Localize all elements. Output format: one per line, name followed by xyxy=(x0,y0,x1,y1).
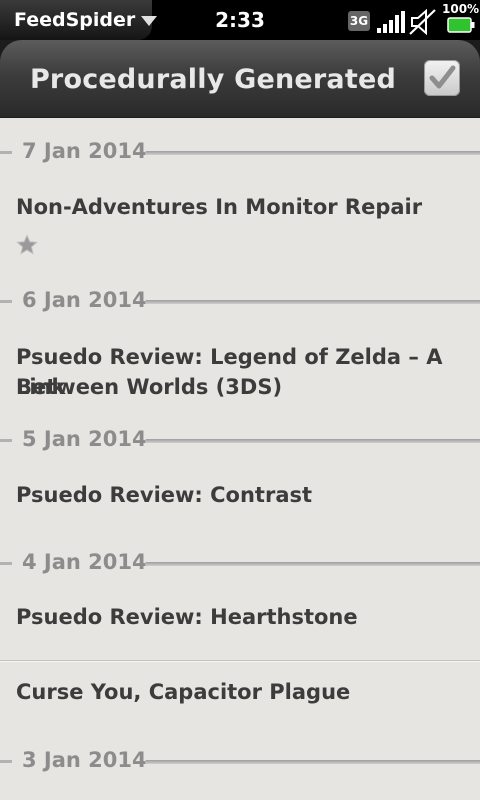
date-label: 7 Jan 2014 xyxy=(22,139,147,163)
separator-lead xyxy=(0,439,12,442)
separator-lead xyxy=(0,151,12,154)
separator-line xyxy=(145,760,480,764)
separator-lead xyxy=(0,562,12,565)
mute-icon xyxy=(409,8,436,36)
battery-percent: 100% xyxy=(442,2,480,16)
star-icon[interactable] xyxy=(16,234,38,256)
date-label: 3 Jan 2014 xyxy=(22,748,147,772)
date-label: 5 Jan 2014 xyxy=(22,427,147,451)
date-separator: 5 Jan 2014 xyxy=(0,423,480,457)
app-menu[interactable]: FeedSpider xyxy=(0,0,158,40)
item-title: Psuedo Review: Contrast xyxy=(16,483,313,507)
list-item[interactable]: Psuedo Review: Legend of Zelda – A Link … xyxy=(0,328,480,418)
battery-icon xyxy=(447,17,475,33)
signal-strength-icon xyxy=(377,11,405,33)
date-separator: 6 Jan 2014 xyxy=(0,284,480,318)
item-title: Psuedo Review: Hearthstone xyxy=(16,605,358,629)
list-item[interactable]: Psuedo Review: Hearthstone xyxy=(0,590,480,660)
item-title-line2: Between Worlds (3DS) xyxy=(16,375,283,399)
app-name: FeedSpider xyxy=(14,9,136,31)
separator-lead xyxy=(0,300,12,303)
separator-line xyxy=(145,439,480,443)
list-item[interactable]: Curse You, Capacitor Plague xyxy=(0,662,480,732)
status-bar: FeedSpider 2:33 3G 100% xyxy=(0,0,480,40)
list-item[interactable]: Psuedo Review: Contrast xyxy=(0,468,480,548)
separator-lead xyxy=(0,760,12,763)
separator-line xyxy=(145,151,480,155)
separator-line xyxy=(145,300,480,304)
header: Procedurally Generated xyxy=(0,40,480,118)
item-title: Non-Adventures In Monitor Repair xyxy=(16,195,423,219)
item-title: Curse You, Capacitor Plague xyxy=(16,680,351,704)
date-separator: 4 Jan 2014 xyxy=(0,546,480,580)
separator-line xyxy=(145,562,480,566)
page-title: Procedurally Generated xyxy=(29,64,396,95)
checkmark-icon xyxy=(429,65,456,89)
chevron-down-icon xyxy=(141,16,158,26)
mark-all-read-button[interactable] xyxy=(424,60,460,96)
feed-list[interactable]: 7 Jan 2014 Non-Adventures In Monitor Rep… xyxy=(0,118,480,800)
list-item[interactable]: Non-Adventures In Monitor Repair xyxy=(0,176,480,276)
network-3g-icon: 3G xyxy=(348,11,370,31)
date-label: 6 Jan 2014 xyxy=(22,288,147,312)
date-separator: 3 Jan 2014 xyxy=(0,744,480,778)
date-label: 4 Jan 2014 xyxy=(22,550,147,574)
date-separator: 7 Jan 2014 xyxy=(0,135,480,169)
